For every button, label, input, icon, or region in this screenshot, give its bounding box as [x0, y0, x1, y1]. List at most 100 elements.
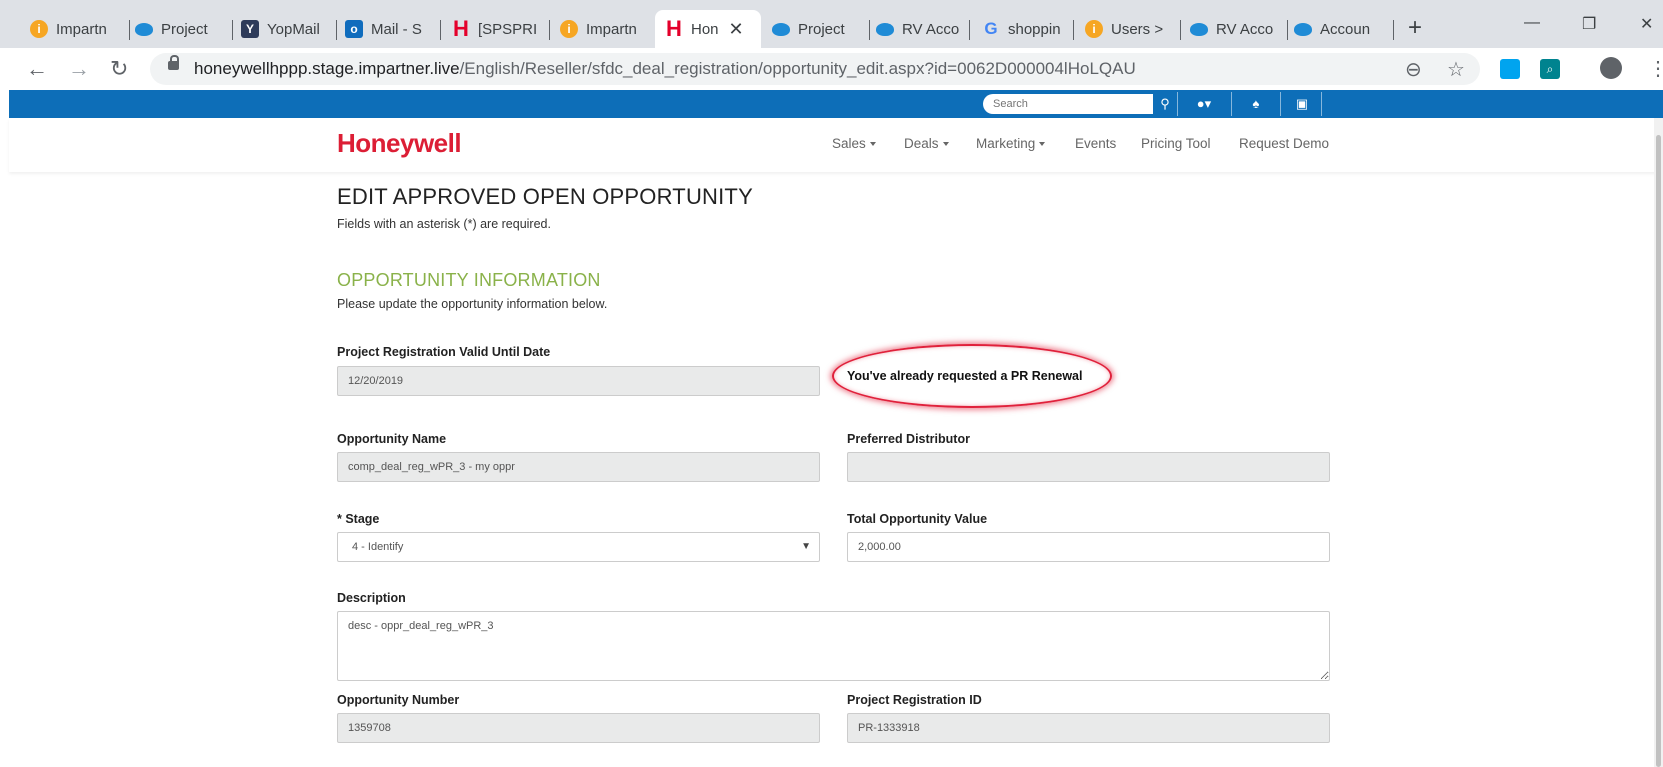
tab-divider: [129, 20, 130, 40]
salesforce-icon: [876, 22, 894, 36]
browser-tab[interactable]: RV Acco: [876, 10, 970, 48]
new-tab-icon[interactable]: +: [1408, 14, 1422, 42]
browser-toolbar: ← → ↻ honeywellhppp.stage.impartner.live…: [0, 48, 1663, 91]
browser-tab[interactable]: H [SPSPRI: [452, 10, 550, 48]
salesforce-icon: [1190, 22, 1208, 36]
nav-marketing[interactable]: Marketing: [976, 136, 1046, 151]
browser-tab[interactable]: i Impartn: [560, 10, 656, 48]
project-registration-id-field: PR-1333918: [847, 713, 1330, 743]
browser-tab[interactable]: Project: [135, 10, 233, 48]
search-icon[interactable]: ⚲: [1153, 94, 1177, 114]
preferred-distributor-label: Preferred Distributor: [847, 432, 970, 446]
close-window-icon[interactable]: ✕: [1640, 14, 1653, 34]
tab-divider: [232, 20, 233, 40]
impartner-icon: i: [560, 20, 578, 38]
back-arrow-icon[interactable]: ←: [26, 56, 48, 82]
browser-tab[interactable]: i Users >: [1085, 10, 1181, 48]
stage-select[interactable]: 4 - Identify ▼: [337, 532, 820, 562]
google-icon: G: [984, 19, 998, 38]
salesforce-icon: [135, 22, 153, 36]
page-left-edge: [0, 90, 9, 767]
browser-menu-icon[interactable]: ⋮: [1648, 56, 1663, 81]
site-utility-bar: ⚲ ●▾ ♠ ▣: [9, 90, 1663, 118]
impartner-icon: i: [30, 20, 48, 38]
tab-divider: [869, 20, 870, 40]
nav-events[interactable]: Events: [1075, 136, 1116, 151]
pr-valid-until-label: Project Registration Valid Until Date: [337, 345, 551, 359]
notification-bell-icon[interactable]: ♠: [1241, 94, 1271, 114]
tab-divider: [1393, 20, 1394, 40]
yopmail-icon: Y: [241, 20, 259, 38]
browser-tab[interactable]: G shoppin: [982, 10, 1074, 48]
pr-valid-until-field: 12/20/2019: [337, 366, 820, 396]
tab-divider: [969, 20, 970, 40]
nav-pricing-tool[interactable]: Pricing Tool: [1141, 136, 1211, 151]
browser-tab-active[interactable]: H Hon ✕: [655, 10, 761, 48]
project-registration-id-label: Project Registration ID: [847, 693, 982, 707]
tab-divider: [1287, 20, 1288, 40]
dropdown-arrow-icon: ▼: [801, 541, 811, 552]
browser-tab-strip: i Impartn Project Y YopMail o Mail - S H…: [0, 0, 1663, 48]
browser-tab[interactable]: i Impartn: [30, 10, 130, 48]
tab-divider: [336, 20, 337, 40]
user-account-icon[interactable]: ●▾: [1184, 94, 1224, 114]
browser-tab[interactable]: Y YopMail: [241, 10, 337, 48]
outlook-icon: o: [345, 20, 363, 38]
preferred-distributor-field: [847, 452, 1330, 482]
bookmark-star-icon[interactable]: ☆: [1447, 57, 1465, 82]
salesforce-icon: [1294, 22, 1312, 36]
total-opportunity-value-input[interactable]: [847, 532, 1330, 562]
honeywell-icon: H: [453, 16, 469, 41]
honeywell-icon: H: [666, 16, 682, 41]
stage-selected-value: 4 - Identify: [352, 541, 404, 553]
lock-icon: [168, 55, 179, 70]
forward-arrow-icon[interactable]: →: [68, 56, 90, 82]
browser-tab[interactable]: o Mail - S: [345, 10, 441, 48]
honeywell-logo[interactable]: Honeywell: [337, 128, 462, 159]
minimize-icon[interactable]: —: [1524, 14, 1540, 32]
tab-divider: [549, 20, 550, 40]
site-header: Honeywell Sales Deals Marketing Events P…: [9, 118, 1663, 172]
caret-down-icon: [1039, 142, 1046, 147]
search-extension-icon[interactable]: ⌕: [1540, 59, 1560, 79]
restore-icon[interactable]: ❐: [1582, 14, 1596, 34]
divider: [1280, 92, 1281, 116]
url-text[interactable]: honeywellhppp.stage.impartner.live/Engli…: [194, 59, 1136, 79]
address-bar[interactable]: honeywellhppp.stage.impartner.live/Engli…: [150, 53, 1480, 85]
required-note: Fields with an asterisk (*) are required…: [337, 217, 551, 231]
reload-icon[interactable]: ↻: [110, 56, 128, 82]
calendar-icon[interactable]: ▣: [1290, 94, 1314, 114]
site-search-input[interactable]: [983, 94, 1153, 114]
impartner-icon: i: [1085, 20, 1103, 38]
nav-sales[interactable]: Sales: [832, 136, 876, 151]
opportunity-number-field: 1359708: [337, 713, 820, 743]
salesforce-icon: [772, 22, 790, 36]
opportunity-number-label: Opportunity Number: [337, 693, 460, 707]
close-tab-icon[interactable]: ✕: [729, 19, 744, 40]
browser-tab[interactable]: Accoun: [1294, 10, 1394, 48]
description-textarea[interactable]: desc - oppr_deal_reg_wPR_3: [337, 611, 1330, 681]
divider: [1177, 92, 1178, 116]
nav-deals[interactable]: Deals: [904, 136, 949, 151]
tab-divider: [1180, 20, 1181, 40]
divider: [1231, 92, 1232, 116]
opportunity-name-field: comp_deal_reg_wPR_3 - my oppr: [337, 452, 820, 482]
windows-extension-icon[interactable]: [1500, 59, 1520, 79]
total-opportunity-value-label: Total Opportunity Value: [847, 512, 988, 526]
description-label: Description: [337, 591, 406, 605]
tab-divider: [440, 20, 441, 40]
tab-divider: [1073, 20, 1074, 40]
nav-request-demo[interactable]: Request Demo: [1239, 136, 1329, 151]
opportunity-name-label: Opportunity Name: [337, 432, 447, 446]
zoom-icon[interactable]: ⊖: [1405, 57, 1422, 82]
page-scrollbar-thumb[interactable]: [1656, 135, 1661, 767]
section-title: OPPORTUNITY INFORMATION: [337, 270, 601, 290]
divider: [1321, 92, 1322, 116]
page-title: EDIT APPROVED OPEN OPPORTUNITY: [337, 184, 753, 209]
profile-avatar-icon[interactable]: [1600, 57, 1622, 79]
highlight-circle-annotation: [832, 344, 1112, 408]
caret-down-icon: [942, 142, 949, 147]
browser-tab[interactable]: Project: [772, 10, 870, 48]
stage-label: * Stage: [337, 512, 380, 526]
browser-tab[interactable]: RV Acco: [1190, 10, 1288, 48]
